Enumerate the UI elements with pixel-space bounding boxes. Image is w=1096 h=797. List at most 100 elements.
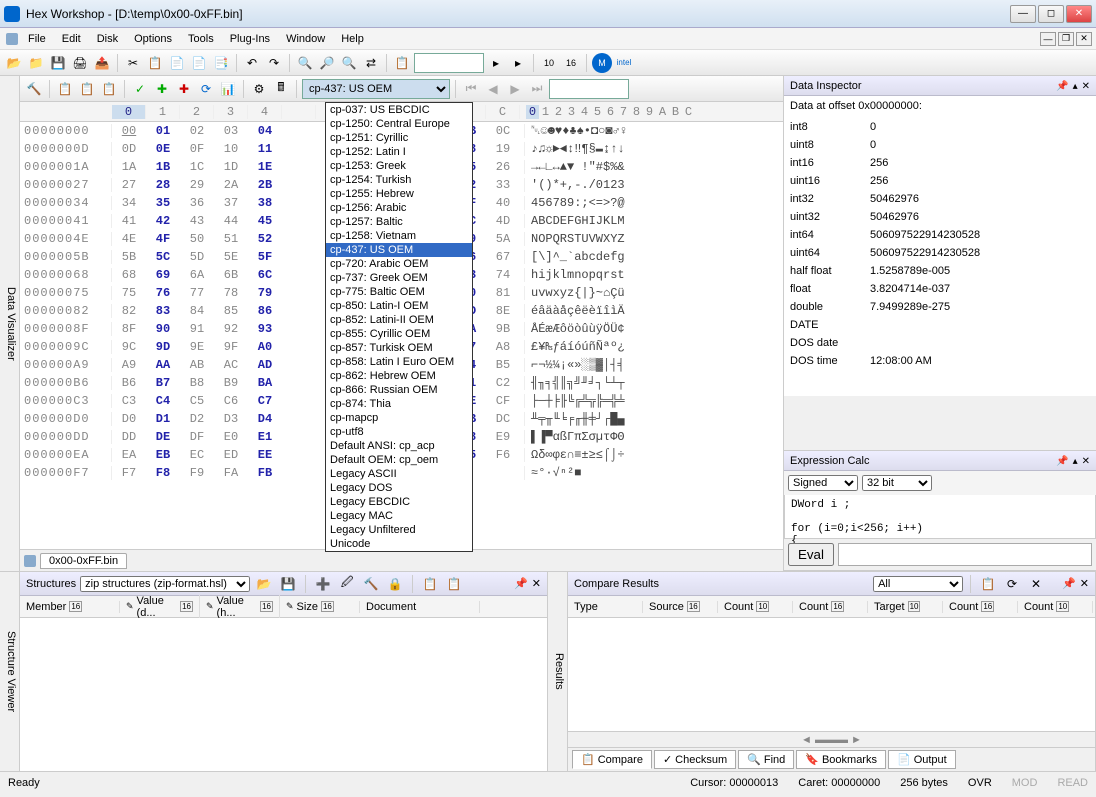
hex-byte[interactable]: 0F bbox=[180, 142, 214, 156]
base10-icon[interactable]: 10 bbox=[539, 53, 559, 73]
hex-byte[interactable]: 9B bbox=[486, 322, 520, 336]
hex-byte[interactable]: 6C bbox=[248, 268, 282, 282]
encoding-option[interactable]: cp-866: Russian OEM bbox=[326, 383, 472, 397]
gear-icon[interactable]: ⚙ bbox=[249, 79, 269, 99]
encoding-option[interactable]: cp-utf8 bbox=[326, 425, 472, 439]
hex-byte[interactable]: 8E bbox=[486, 304, 520, 318]
hex-byte[interactable]: 42 bbox=[146, 214, 180, 228]
export-icon[interactable]: 📤 bbox=[92, 53, 112, 73]
hex-byte[interactable]: A9 bbox=[112, 358, 146, 372]
panel-close-icon[interactable]: ✕ bbox=[1082, 81, 1090, 92]
first-icon[interactable]: ⏮ bbox=[461, 79, 481, 99]
ascii-text[interactable]: ␀☺☻♥♦♣♠•◘○◙♂♀ bbox=[524, 124, 627, 138]
eval-button[interactable]: Eval bbox=[788, 543, 834, 566]
encoding-option[interactable]: cp-855: Cyrillic OEM bbox=[326, 327, 472, 341]
hex-byte[interactable]: 38 bbox=[248, 196, 282, 210]
struct-lock-icon[interactable]: 🔒 bbox=[385, 574, 405, 594]
hex-byte[interactable]: 50 bbox=[180, 232, 214, 246]
results-tab-checksum[interactable]: ✓Checksum bbox=[654, 750, 736, 769]
hex-byte[interactable]: C2 bbox=[486, 376, 520, 390]
hex-byte[interactable]: 79 bbox=[248, 286, 282, 300]
hex-byte[interactable]: 36 bbox=[180, 196, 214, 210]
hex-byte[interactable]: EB bbox=[146, 448, 180, 462]
pin-icon[interactable]: 📌 bbox=[1056, 81, 1068, 92]
menu-window[interactable]: Window bbox=[278, 31, 333, 47]
open2-icon[interactable]: 📁 bbox=[26, 53, 46, 73]
hex-byte[interactable]: 4E bbox=[112, 232, 146, 246]
last-icon[interactable]: ⏭ bbox=[527, 79, 547, 99]
compare-col-header[interactable]: Count 10 bbox=[718, 601, 793, 613]
results-tab-bookmarks[interactable]: 🔖Bookmarks bbox=[796, 750, 886, 769]
maximize-button[interactable]: ◻ bbox=[1038, 5, 1064, 23]
hex-byte[interactable]: E1 bbox=[248, 430, 282, 444]
hex-byte[interactable]: AA bbox=[146, 358, 180, 372]
undo-icon[interactable]: ↶ bbox=[242, 53, 262, 73]
ascii-text[interactable]: uvwxyz{|}~⌂Çü bbox=[524, 286, 625, 300]
hex-byte[interactable]: 78 bbox=[214, 286, 248, 300]
hex-byte[interactable]: 77 bbox=[180, 286, 214, 300]
menu-tools[interactable]: Tools bbox=[180, 31, 222, 47]
hex-byte[interactable]: 74 bbox=[486, 268, 520, 282]
encoding-option[interactable]: cp-1257: Baltic bbox=[326, 215, 472, 229]
encoding-option[interactable]: cp-1254: Turkish bbox=[326, 173, 472, 187]
hex-byte[interactable]: 0D bbox=[112, 142, 146, 156]
hex-byte[interactable]: AD bbox=[248, 358, 282, 372]
hex-byte[interactable]: DE bbox=[146, 430, 180, 444]
compare-refresh-icon[interactable]: ⟳ bbox=[1002, 574, 1022, 594]
hex-byte[interactable]: C3 bbox=[112, 394, 146, 408]
hex-byte[interactable]: 44 bbox=[214, 214, 248, 228]
mdi-restore[interactable]: ❐ bbox=[1058, 32, 1074, 46]
ascii-text[interactable]: ▌▐▀αßΓπΣσµτΦΘ bbox=[524, 430, 625, 444]
prev-icon[interactable]: ◀ bbox=[483, 79, 503, 99]
redo-icon[interactable]: ↷ bbox=[264, 53, 284, 73]
hex-byte[interactable]: F6 bbox=[486, 448, 520, 462]
hex-byte[interactable]: 41 bbox=[112, 214, 146, 228]
compare-close-icon[interactable]: ✕ bbox=[1026, 574, 1046, 594]
encoding-option[interactable]: cp-037: US EBCDIC bbox=[326, 103, 472, 117]
file-tab[interactable]: 0x00-0xFF.bin bbox=[40, 553, 127, 569]
tool-icon-1[interactable]: 📋 bbox=[55, 79, 75, 99]
hex-byte[interactable]: AB bbox=[180, 358, 214, 372]
ascii-text[interactable]: Ωδ∞φε∩≡±≥≤⌠⌡÷ bbox=[524, 448, 625, 462]
ascii-text[interactable]: hijklmnopqrst bbox=[524, 268, 625, 282]
hex-byte[interactable]: 84 bbox=[180, 304, 214, 318]
struct-hammer-icon[interactable]: 🔨 bbox=[361, 574, 381, 594]
hex-byte[interactable]: 33 bbox=[486, 178, 520, 192]
hex-byte[interactable]: 69 bbox=[146, 268, 180, 282]
encoding-option[interactable]: Legacy MAC bbox=[326, 509, 472, 523]
hex-byte[interactable]: 1A bbox=[112, 160, 146, 174]
hex-byte[interactable]: BA bbox=[248, 376, 282, 390]
struct-edit-icon[interactable]: 🖉 bbox=[337, 574, 357, 594]
results-tab-output[interactable]: 📄Output bbox=[888, 750, 956, 769]
encoding-option[interactable]: cp-1252: Latin I bbox=[326, 145, 472, 159]
menu-file[interactable]: File bbox=[20, 31, 54, 47]
hex-byte[interactable]: 8F bbox=[112, 322, 146, 336]
goto-input[interactable] bbox=[414, 53, 484, 73]
hex-byte[interactable]: 0E bbox=[146, 142, 180, 156]
hex-byte[interactable]: 9C bbox=[112, 340, 146, 354]
goto-btn2[interactable]: ▸ bbox=[508, 53, 528, 73]
close-button[interactable]: ✕ bbox=[1066, 5, 1092, 23]
tool-icon-2[interactable]: 📋 bbox=[77, 79, 97, 99]
hex-byte[interactable]: 45 bbox=[248, 214, 282, 228]
results-tab-compare[interactable]: 📋Compare bbox=[572, 750, 652, 769]
hex-byte[interactable]: 90 bbox=[146, 322, 180, 336]
hex-byte[interactable]: 2A bbox=[214, 178, 248, 192]
hex-byte[interactable]: 4F bbox=[146, 232, 180, 246]
encoding-option[interactable]: cp-858: Latin I Euro OEM bbox=[326, 355, 472, 369]
encoding-option[interactable]: Default OEM: cp_oem bbox=[326, 453, 472, 467]
hex-byte[interactable]: B8 bbox=[180, 376, 214, 390]
find-prev-icon[interactable]: 🔍 bbox=[339, 53, 359, 73]
encoding-option[interactable]: cp-437: US OEM bbox=[326, 243, 472, 257]
menu-plug-ins[interactable]: Plug-Ins bbox=[222, 31, 278, 47]
panel-close-icon[interactable]: ✕ bbox=[1080, 577, 1089, 590]
encoding-option[interactable]: Legacy DOS bbox=[326, 481, 472, 495]
encoding-option[interactable]: cp-737: Greek OEM bbox=[326, 271, 472, 285]
struct-add-icon[interactable]: ➕ bbox=[313, 574, 333, 594]
encoding-option[interactable]: Default ANSI: cp_acp bbox=[326, 439, 472, 453]
ascii-text[interactable]: ├─┼╞╟╚╔╩╦╠═╬╧ bbox=[524, 394, 625, 408]
hex-byte[interactable]: 67 bbox=[486, 250, 520, 264]
panel-close-icon[interactable]: ✕ bbox=[1082, 456, 1090, 467]
hex-byte[interactable]: 19 bbox=[486, 142, 520, 156]
save-icon[interactable]: 💾 bbox=[48, 53, 68, 73]
